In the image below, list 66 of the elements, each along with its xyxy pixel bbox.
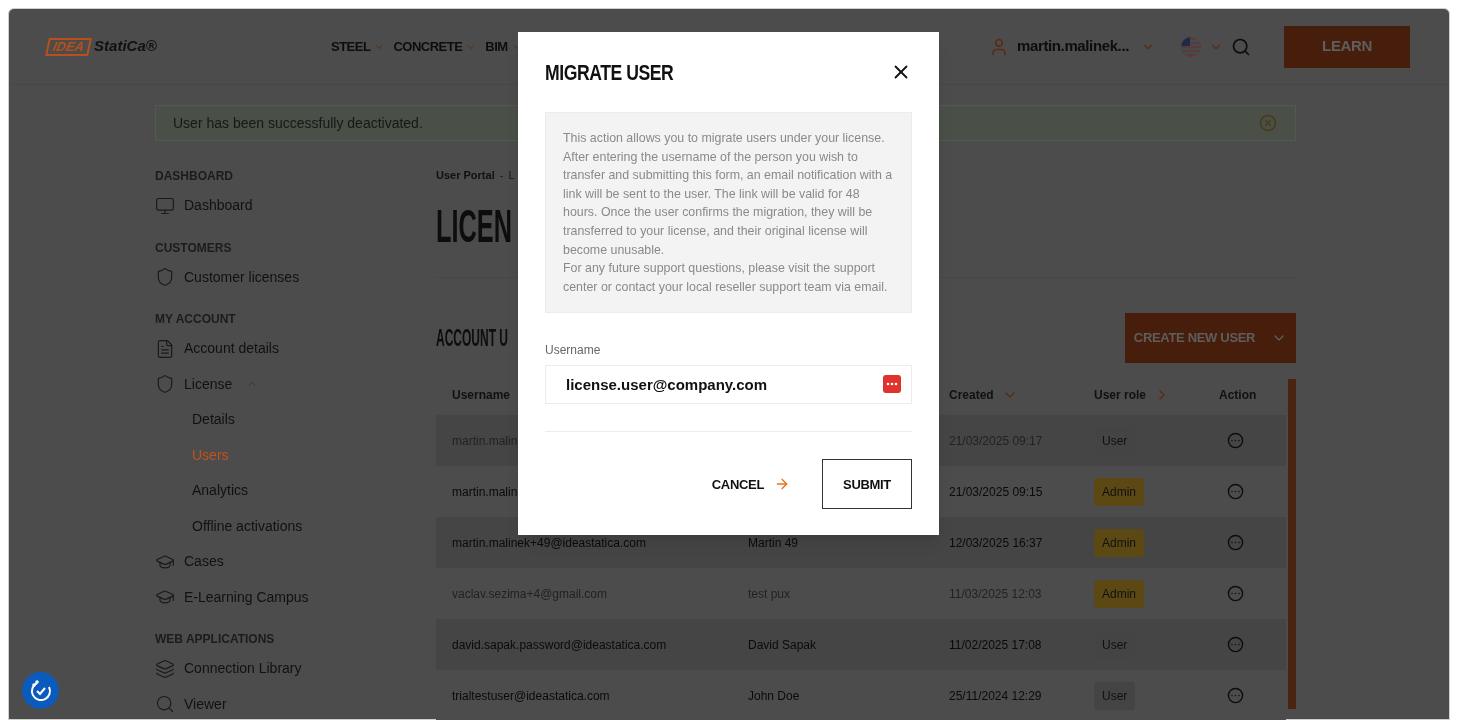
nav-menu[interactable]: CONCRETE bbox=[393, 36, 478, 57]
sidebar-item[interactable]: E-Learning Campus bbox=[184, 586, 309, 608]
table-cell: martin.malin bbox=[452, 484, 518, 499]
accessibility-icon bbox=[28, 678, 53, 703]
more-icon[interactable] bbox=[1227, 534, 1244, 551]
sidebar-item[interactable]: Account details bbox=[184, 338, 279, 360]
logo[interactable]: IDEA StatiCa® bbox=[47, 35, 291, 58]
sidebar-item-icon bbox=[155, 694, 175, 715]
info-text: For any future support questions, please visit the support center or contact your local reseller support team via email. bbox=[563, 260, 889, 296]
table-cell-text: 12/03/2025 16:37 bbox=[949, 534, 1044, 552]
column-header[interactable]: User role bbox=[1094, 386, 1219, 404]
role-badge: Admin bbox=[1094, 477, 1144, 506]
user-menu[interactable]: martin.malinek... bbox=[1017, 35, 1129, 58]
sidebar-item-icon bbox=[155, 658, 175, 679]
table-cell: martin.malinek+49@ideastatica.com bbox=[452, 535, 646, 550]
sidebar-item[interactable]: License bbox=[184, 373, 233, 395]
more-icon[interactable] bbox=[1227, 483, 1244, 500]
sidebar-item-icon bbox=[155, 338, 175, 359]
sidebar-item[interactable]: Connection Library bbox=[184, 658, 302, 680]
sidebar-subitem[interactable]: Analytics bbox=[192, 480, 249, 502]
sidebar-item-icon bbox=[155, 267, 175, 288]
username-field[interactable]: license.user@company.com bbox=[545, 365, 912, 405]
table-cell: david.sapak.password@ideastatica.com bbox=[452, 637, 667, 652]
info-text: This action allows you to migrate users under your license. After entering the username of the person you wish to transfer and submitting this form, an email notification with a link will be sent to the user. The link will be valid for 48 hours. Once the user confirms the migration, they will be transferred to your license, and their original license will become unusable. bbox=[563, 130, 894, 259]
field-label: Username bbox=[545, 342, 602, 360]
table-cell: John Doe bbox=[748, 688, 800, 703]
sidebar-item-icon bbox=[155, 374, 175, 395]
sidebar-subitem[interactable]: Offline activations bbox=[192, 515, 303, 537]
column-header: Action bbox=[1219, 387, 1257, 404]
submit-button[interactable]: SUBMIT bbox=[822, 459, 912, 510]
role-badge: Admin bbox=[1094, 528, 1144, 557]
more-icon[interactable] bbox=[1227, 432, 1244, 449]
page-title: LICEN bbox=[436, 203, 512, 249]
role-badge: Admin bbox=[1094, 579, 1144, 608]
table-cell: trialtestuser@ideastatica.com bbox=[452, 688, 610, 703]
table-cell-text: 25/11/2024 12:29 bbox=[949, 687, 1043, 705]
column-header: Username bbox=[452, 388, 511, 402]
sidebar-subitem[interactable]: Details bbox=[192, 409, 235, 431]
user-icon bbox=[989, 36, 1009, 57]
password-manager-icon[interactable] bbox=[883, 375, 901, 394]
breadcrumb-link[interactable]: User Portal bbox=[436, 166, 495, 184]
more-icon[interactable] bbox=[1227, 585, 1244, 602]
nav-menu[interactable]: STEEL bbox=[331, 36, 386, 57]
search-icon[interactable] bbox=[1231, 36, 1251, 57]
table-cell-text: 21/03/2025 09:15 bbox=[949, 483, 1044, 501]
sidebar-item[interactable]: Dashboard bbox=[184, 195, 253, 217]
table-cell-text: 11/02/2025 17:08 bbox=[949, 636, 1043, 654]
sidebar-subitem[interactable]: Users bbox=[192, 444, 229, 466]
learn-button[interactable]: LEARN bbox=[1284, 25, 1410, 68]
sidebar-item[interactable]: Customer licenses bbox=[184, 266, 300, 288]
section-title: ACCOUNT U bbox=[436, 323, 508, 353]
sidebar-item[interactable]: Viewer bbox=[184, 693, 227, 715]
create-user-button[interactable]: CREATE NEW USER bbox=[1125, 313, 1296, 363]
nav-menu[interactable]: BIM bbox=[485, 36, 523, 57]
more-icon[interactable] bbox=[1227, 687, 1244, 704]
sidebar-item-icon bbox=[155, 195, 175, 216]
table-cell: Martin 49 bbox=[748, 535, 799, 550]
cancel-button[interactable]: CANCEL bbox=[711, 474, 790, 495]
scrollbar[interactable] bbox=[1288, 379, 1296, 709]
column-header[interactable]: Created bbox=[949, 386, 1094, 404]
sidebar-item[interactable]: Cases bbox=[184, 551, 224, 573]
flag-icon bbox=[1181, 36, 1201, 57]
table-cell: David Sapak bbox=[748, 637, 817, 652]
dialog-title: MIGRATE USER bbox=[545, 58, 674, 87]
breadcrumb-separator: - bbox=[499, 167, 504, 183]
more-icon[interactable] bbox=[1227, 636, 1244, 653]
